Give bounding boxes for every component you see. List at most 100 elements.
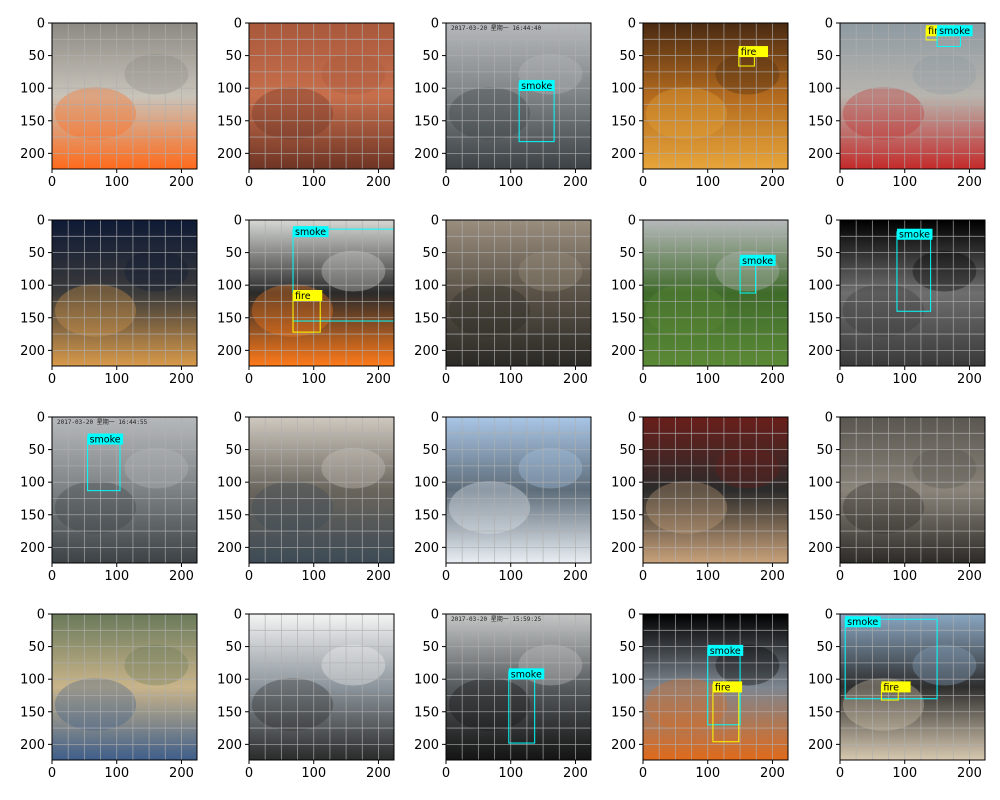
smoke-label: smoke bbox=[90, 435, 121, 446]
y-tick: 100 bbox=[808, 673, 840, 688]
x-tick: 200 bbox=[957, 760, 982, 781]
y-tick-label: 50 bbox=[816, 640, 833, 655]
panel-5: firesmoke0 100 200050100150200 bbox=[808, 17, 986, 190]
y-tick-label: 150 bbox=[217, 705, 242, 720]
x-tick: 0 bbox=[836, 760, 844, 781]
y-tick-label: 200 bbox=[808, 738, 833, 753]
x-tick-label: 0 bbox=[639, 766, 647, 781]
x-tick: 0 bbox=[442, 366, 450, 387]
panel-13: 0 100 200050100150200 bbox=[414, 411, 592, 584]
y-tick: 0 bbox=[234, 214, 249, 229]
panel-3: 2017-03-20 星期一 16:44:40smoke0 100 20005010… bbox=[414, 17, 592, 190]
smoke-label: smoke bbox=[521, 81, 552, 92]
y-tick: 100 bbox=[217, 279, 249, 294]
x-tick: 200 bbox=[169, 563, 194, 584]
x-tick-label: 0 bbox=[639, 372, 647, 387]
y-tick-label: 0 bbox=[37, 214, 45, 229]
x-tick: 100 bbox=[498, 169, 523, 190]
y-tick: 100 bbox=[414, 82, 446, 97]
y-tick-label: 200 bbox=[611, 541, 636, 556]
y-tick: 200 bbox=[611, 344, 643, 359]
y-tick: 100 bbox=[808, 82, 840, 97]
y-tick-label: 100 bbox=[217, 82, 242, 97]
x-tick-label: 200 bbox=[169, 569, 194, 584]
y-tick-label: 50 bbox=[225, 246, 242, 261]
x-tick-label: 200 bbox=[760, 569, 785, 584]
y-tick-label: 100 bbox=[414, 279, 439, 294]
panel-15: 0 100 200050100150200 bbox=[808, 411, 986, 584]
y-tick: 100 bbox=[611, 82, 643, 97]
y-tick: 200 bbox=[217, 541, 249, 556]
x-tick: 100 bbox=[892, 563, 917, 584]
x-tick-label: 100 bbox=[104, 372, 129, 387]
y-tick: 100 bbox=[414, 673, 446, 688]
y-tick: 200 bbox=[808, 541, 840, 556]
y-tick-label: 200 bbox=[414, 344, 439, 359]
y-tick-label: 0 bbox=[234, 608, 242, 623]
y-tick-label: 100 bbox=[20, 82, 45, 97]
x-tick-label: 100 bbox=[695, 372, 720, 387]
x-tick-label: 100 bbox=[892, 766, 917, 781]
y-tick-label: 150 bbox=[808, 508, 833, 523]
y-tick-label: 0 bbox=[234, 411, 242, 426]
y-tick-label: 0 bbox=[37, 411, 45, 426]
x-tick: 100 bbox=[498, 366, 523, 387]
y-tick-label: 0 bbox=[234, 214, 242, 229]
x-tick-label: 200 bbox=[563, 175, 588, 190]
y-tick: 100 bbox=[808, 476, 840, 491]
x-tick-label: 200 bbox=[957, 372, 982, 387]
y-tick-label: 50 bbox=[28, 246, 45, 261]
y-tick-label: 0 bbox=[628, 411, 636, 426]
smoke-label: smoke bbox=[742, 256, 773, 267]
y-tick-label: 100 bbox=[808, 476, 833, 491]
x-tick: 0 bbox=[48, 563, 56, 584]
panel-image bbox=[840, 614, 985, 760]
y-tick: 200 bbox=[414, 147, 446, 162]
x-tick-label: 100 bbox=[498, 569, 523, 584]
y-tick-label: 100 bbox=[217, 476, 242, 491]
x-tick: 200 bbox=[366, 563, 391, 584]
y-tick: 0 bbox=[234, 411, 249, 426]
y-tick: 50 bbox=[225, 49, 249, 64]
x-tick: 100 bbox=[892, 760, 917, 781]
y-tick-label: 200 bbox=[20, 541, 45, 556]
x-tick-label: 100 bbox=[301, 766, 326, 781]
panel-10: smoke0 100 200050100150200 bbox=[808, 214, 986, 387]
x-tick-label: 100 bbox=[301, 569, 326, 584]
y-tick: 0 bbox=[431, 411, 446, 426]
y-tick: 200 bbox=[611, 541, 643, 556]
x-tick: 100 bbox=[695, 563, 720, 584]
y-tick-label: 100 bbox=[414, 476, 439, 491]
y-tick-label: 200 bbox=[611, 344, 636, 359]
y-tick-label: 100 bbox=[611, 673, 636, 688]
x-tick: 100 bbox=[104, 563, 129, 584]
y-tick: 100 bbox=[611, 673, 643, 688]
y-tick: 150 bbox=[611, 311, 643, 326]
y-tick: 150 bbox=[808, 311, 840, 326]
x-tick: 200 bbox=[563, 366, 588, 387]
y-tick: 0 bbox=[628, 411, 643, 426]
x-tick-label: 200 bbox=[366, 372, 391, 387]
y-tick-label: 0 bbox=[825, 411, 833, 426]
y-tick-label: 150 bbox=[414, 705, 439, 720]
smoke-label: smoke bbox=[847, 617, 878, 628]
y-tick-label: 150 bbox=[808, 705, 833, 720]
panel-image bbox=[249, 23, 394, 169]
y-tick: 200 bbox=[20, 738, 52, 753]
x-tick-label: 200 bbox=[957, 175, 982, 190]
x-tick-label: 0 bbox=[442, 569, 450, 584]
y-tick-label: 0 bbox=[628, 17, 636, 32]
y-tick: 150 bbox=[217, 311, 249, 326]
y-tick-label: 200 bbox=[20, 147, 45, 162]
y-tick: 100 bbox=[217, 673, 249, 688]
y-tick: 50 bbox=[28, 443, 52, 458]
y-tick-label: 100 bbox=[20, 673, 45, 688]
y-tick: 100 bbox=[414, 476, 446, 491]
smoke-label: smoke bbox=[710, 646, 741, 657]
x-tick: 0 bbox=[639, 366, 647, 387]
y-tick-label: 150 bbox=[611, 705, 636, 720]
panel-image bbox=[840, 23, 985, 169]
x-tick-label: 200 bbox=[366, 175, 391, 190]
y-tick-label: 150 bbox=[414, 114, 439, 129]
x-tick: 0 bbox=[48, 366, 56, 387]
